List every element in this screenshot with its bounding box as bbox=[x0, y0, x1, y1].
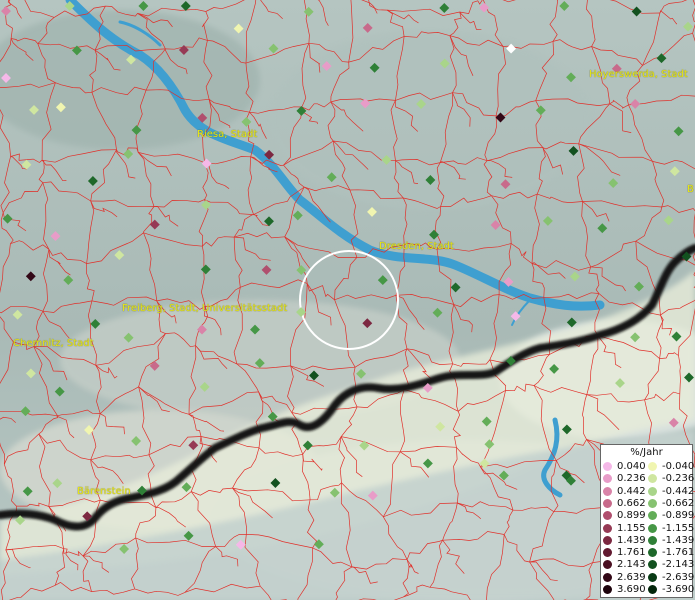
map-canvas[interactable] bbox=[0, 0, 695, 600]
legend-label: -0.662 bbox=[662, 497, 695, 509]
city-label-freiberg: Freiberg, Stadt, Universitätsstadt bbox=[122, 303, 288, 314]
legend-label: 0.442 bbox=[617, 485, 646, 497]
legend-label: -0.236 bbox=[662, 473, 695, 485]
city-label-baerenstein: Bärenstein bbox=[77, 486, 131, 497]
legend-swatch bbox=[648, 498, 657, 508]
legend-label: 1.155 bbox=[617, 522, 646, 534]
legend-swatch bbox=[648, 585, 657, 594]
legend-label: -1.761 bbox=[662, 547, 695, 559]
legend-label: 1.761 bbox=[617, 547, 646, 559]
legend-swatch bbox=[603, 535, 612, 545]
legend-label: 0.662 bbox=[617, 497, 646, 509]
legend-swatch bbox=[648, 474, 657, 484]
legend-swatch bbox=[648, 511, 657, 521]
legend-label: 2.639 bbox=[617, 571, 646, 583]
legend-label: -0.040 bbox=[662, 461, 695, 472]
legend-swatch bbox=[603, 498, 612, 508]
legend-swatch bbox=[648, 572, 657, 582]
legend-swatch bbox=[603, 572, 612, 582]
legend-swatch bbox=[603, 523, 612, 533]
city-label-edge-b: B bbox=[687, 184, 694, 195]
legend-swatch bbox=[648, 523, 657, 533]
legend-label: -1.155 bbox=[662, 522, 695, 534]
legend-label: 0.899 bbox=[617, 510, 646, 522]
legend-swatch bbox=[603, 474, 612, 484]
map-legend: %/Jahr 0.040 0.236 0.442 0.662 0.899 1.155 1.4… bbox=[600, 444, 695, 598]
legend-swatch bbox=[603, 486, 612, 496]
legend-label: 2.143 bbox=[617, 559, 646, 571]
legend-swatch bbox=[648, 548, 657, 558]
legend-label: 3.690 bbox=[617, 584, 646, 595]
legend-label: -2.143 bbox=[662, 559, 695, 571]
legend-label: 1.439 bbox=[617, 534, 646, 546]
legend-swatch bbox=[648, 486, 657, 496]
legend-label: -0.899 bbox=[662, 510, 695, 522]
legend-swatch bbox=[648, 560, 657, 570]
legend-label: 0.040 bbox=[617, 461, 646, 472]
legend-swatch bbox=[603, 560, 612, 570]
legend-swatch bbox=[603, 462, 612, 471]
legend-swatch bbox=[603, 511, 612, 521]
legend-label: -0.442 bbox=[662, 485, 695, 497]
legend-swatch bbox=[648, 535, 657, 545]
legend-label: -1.439 bbox=[662, 534, 695, 546]
legend-label: 0.236 bbox=[617, 473, 646, 485]
city-label-chemnitz: Chemnitz, Stadt bbox=[13, 338, 94, 349]
city-label-riesa: Riesa, Stadt bbox=[197, 129, 258, 140]
city-label-dresden: Dresden, Stadt bbox=[379, 241, 454, 252]
legend-title: %/Jahr bbox=[630, 447, 663, 458]
legend-swatch bbox=[648, 462, 657, 471]
legend-swatch bbox=[603, 585, 612, 594]
legend-swatch bbox=[603, 548, 612, 558]
city-label-hoyerswerda: Hoyerswerda, Stadt bbox=[589, 69, 688, 80]
legend-label: -2.639 bbox=[662, 571, 695, 583]
legend-label: -3.690 bbox=[662, 584, 695, 595]
